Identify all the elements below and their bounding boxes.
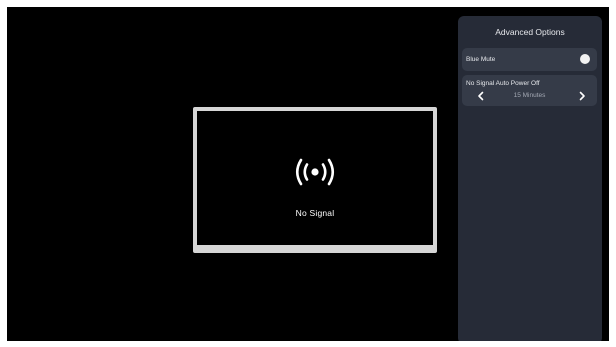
advanced-options-panel: Advanced Options Blue Mute No Signal Aut… xyxy=(458,16,602,341)
option-label-blue-mute: Blue Mute xyxy=(466,56,496,63)
broadcast-signal-icon xyxy=(295,158,335,186)
option-blue-mute[interactable]: Blue Mute xyxy=(462,48,597,71)
source-preview-window: No Signal xyxy=(193,107,437,253)
blue-mute-toggle[interactable] xyxy=(580,54,590,64)
option-no-signal-auto-power-off[interactable]: No Signal Auto Power Off 15 Minutes xyxy=(462,75,597,106)
panel-title: Advanced Options xyxy=(495,27,565,37)
preview-bottom-bar xyxy=(197,245,433,249)
no-signal-label: No Signal xyxy=(295,208,335,218)
tv-screen: No Signal Advanced Options Blue Mute No … xyxy=(7,7,609,341)
option-label-auto-power-off: No Signal Auto Power Off xyxy=(466,80,540,87)
chevron-right-icon[interactable] xyxy=(576,90,588,102)
